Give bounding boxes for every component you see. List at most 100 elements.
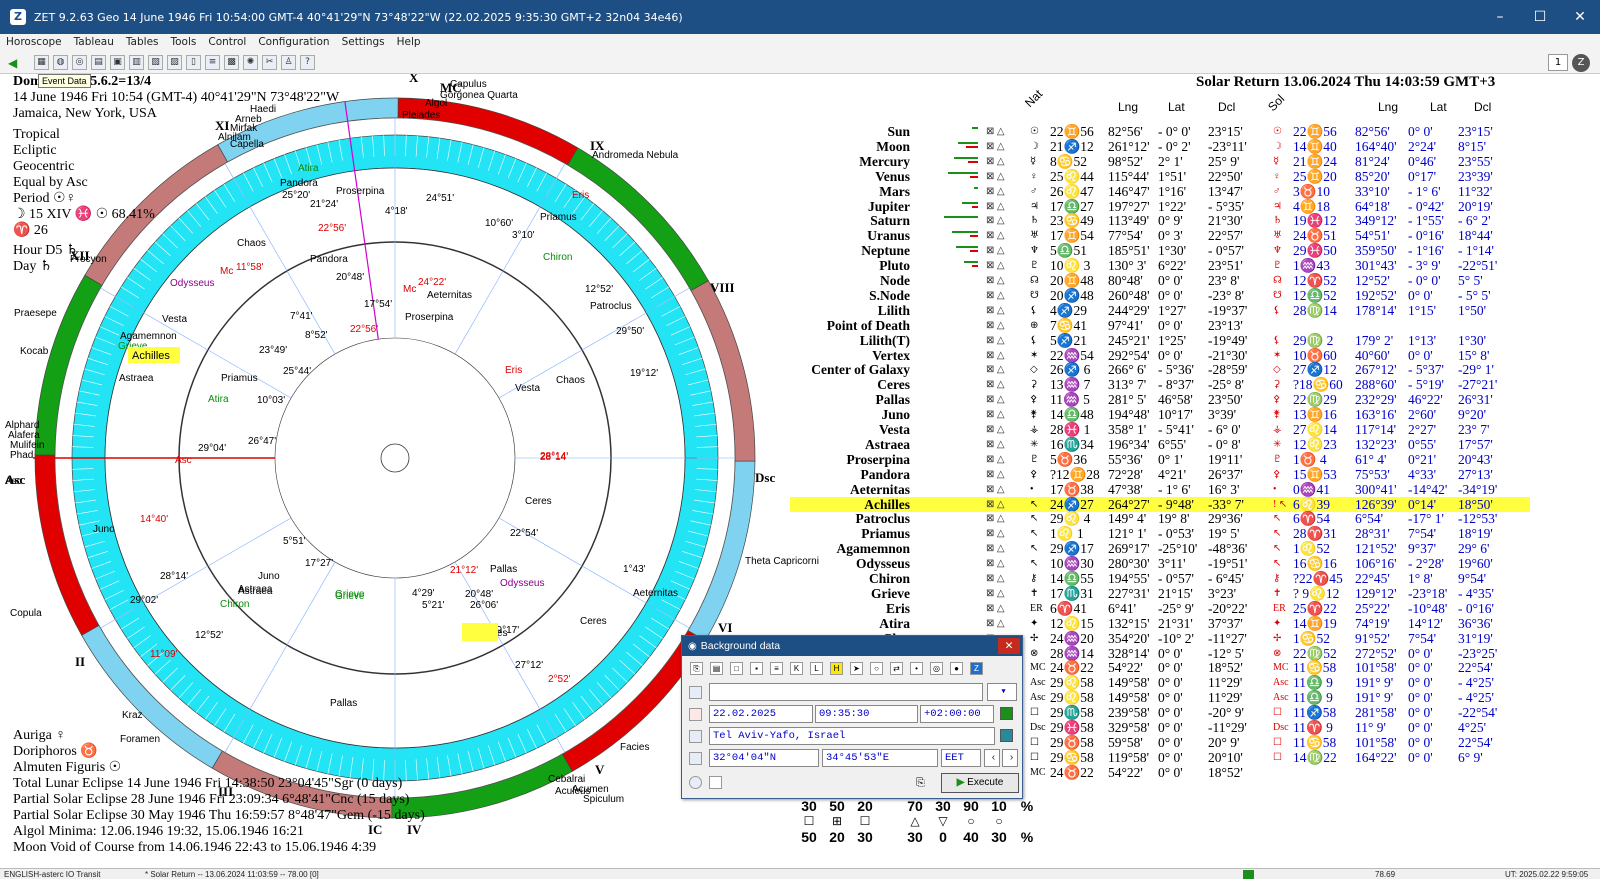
timezone-offset-field[interactable]: +02:00:00 xyxy=(920,705,994,723)
option-checkbox[interactable] xyxy=(709,776,722,789)
table-row[interactable]: Mercury ☿ 8♋52 98°52' 2° 1' 25° 9' ☿ 21♊24 81°24… xyxy=(790,154,1530,169)
chart-icon[interactable]: ▤ xyxy=(91,55,106,70)
menu-configuration[interactable]: Configuration xyxy=(252,34,335,52)
table-row[interactable]: Astraea ✳ 16♏34 196°34' 6°55' - 0° 8' ✳ 12♌23 13… xyxy=(790,437,1530,452)
table-row[interactable]: Pallas ⚴ 11♒ 5 281° 5' 46°58' 23°50' ⚴ 22♍29 232… xyxy=(790,392,1530,407)
table-row[interactable]: Ceres ⚳ 13♒ 7 313° 7' - 8°37' -25° 8' ⚳ ?18♋60 2… xyxy=(790,377,1530,392)
globe-icon[interactable]: ◍ xyxy=(53,55,68,70)
table-row[interactable]: Point of Death ⊕ 7♋41 97°41' 0° 0' 23°13' ⊠ △ xyxy=(790,318,1530,333)
maximize-button[interactable]: ☐ xyxy=(1520,9,1560,25)
paste-icon[interactable]: ▤ xyxy=(710,662,723,675)
minimize-button[interactable]: – xyxy=(1480,9,1520,25)
grid-icon[interactable]: ▦ xyxy=(34,55,49,70)
circle-icon[interactable]: ○ xyxy=(870,662,883,675)
table-row[interactable]: Juno ⚵ 14♎48 194°48' 10°17' 3°39' ⚵ 13♊16 163°16… xyxy=(790,407,1530,422)
table-row[interactable]: Mars ♂ 26♌47 146°47' 1°16' 13°47' ♂ 3♉10 33°10' -… xyxy=(790,184,1530,199)
longitude-field[interactable]: 34°45'53"E xyxy=(822,749,938,767)
table-row[interactable]: Vesta ⚶ 28♓ 1 358° 1' - 5°41' - 6° 0' ⚶ 27♌14 11… xyxy=(790,422,1530,437)
table-row[interactable]: Lilith(T) ⚸ 5♐21 245°21' 1°25' -19°49' ⚸ 29♍ 2 1… xyxy=(790,333,1530,348)
back-arrow-icon[interactable]: ◀ xyxy=(8,56,22,70)
close-button[interactable]: ✕ xyxy=(1560,9,1600,25)
menu-tables[interactable]: Tables xyxy=(120,34,165,52)
execute-button[interactable]: ▶ Execute xyxy=(941,773,1019,793)
menu-control[interactable]: Control xyxy=(202,34,252,52)
menu-tableau[interactable]: Tableau xyxy=(68,34,120,52)
prev-arrow[interactable]: ‹ xyxy=(984,749,1000,767)
table-row[interactable]: Odysseus ↖ 10♒30 280°30' 3°11' -19°51' ↖ 16♋16 1… xyxy=(790,556,1530,571)
tz-abbrev-field[interactable]: EET xyxy=(941,749,981,767)
table-row[interactable]: Agamemnon ↖ 29♐17 269°17' -25°10' -48°36' ↖ 1♌5… xyxy=(790,541,1530,556)
table-row[interactable]: Jupiter ♃ 17♎27 197°27' 1°22' - 5°35' ♃ 4♊18 64°… xyxy=(790,199,1530,214)
list-icon[interactable]: ≡ xyxy=(770,662,783,675)
table-row[interactable]: Vertex ✶ 22♒54 292°54' 0° 0' -21°30' ✶ 10♉60 40°… xyxy=(790,348,1530,363)
map-icon[interactable] xyxy=(1000,729,1013,742)
list-icon[interactable]: ≡ xyxy=(205,55,220,70)
next-arrow[interactable]: › xyxy=(1002,749,1018,767)
table-row[interactable]: Patroclus ↖ 29♌ 4 149° 4' 19° 8' 29°36' ↖ 6♈54 6… xyxy=(790,511,1530,526)
globe-icon[interactable] xyxy=(689,776,702,789)
menu-tools[interactable]: Tools xyxy=(165,34,203,52)
page-spinner[interactable]: 1 xyxy=(1548,54,1568,71)
wheel-icon[interactable]: ◎ xyxy=(72,55,87,70)
z-icon[interactable]: Z xyxy=(970,662,983,675)
person-icon[interactable]: ♙ xyxy=(281,55,296,70)
ring-icon[interactable]: ◎ xyxy=(930,662,943,675)
table-row[interactable]: S.Node ☋ 20♐48 260°48' 0° 0' -23° 8' ☋ 12♎52 192… xyxy=(790,288,1530,303)
name-dropdown[interactable]: ▾ xyxy=(987,683,1017,701)
new-icon[interactable]: □ xyxy=(730,662,743,675)
dialog-close-button[interactable]: ✕ xyxy=(998,638,1020,654)
tableau-icon[interactable]: ▣ xyxy=(110,55,125,70)
table-row[interactable]: Saturn ♄ 23♋49 113°49' 0° 9' 21°30' ♄ 19♓12 349°… xyxy=(790,213,1530,228)
swap-icon[interactable]: ⇄ xyxy=(890,662,903,675)
dialog-title-bar[interactable]: ◉ Background data ✕ xyxy=(682,636,1022,656)
color-swatch[interactable] xyxy=(1000,707,1013,720)
table-row[interactable]: Proserpina ♇ 5♉36 55°36' 0° 1' 19°11' ♇ 1♉ 4 61°… xyxy=(790,452,1530,467)
table-row[interactable]: Priamus ↖ 1♌ 1 121° 1' - 0°53' 19° 5' ↖ 28♈31 28… xyxy=(790,526,1530,541)
date-field[interactable]: 22.02.2025 xyxy=(709,705,813,723)
zet-app-icon[interactable]: Z xyxy=(10,9,26,25)
copy-icon[interactable]: ⎘ xyxy=(690,662,703,675)
table-row[interactable]: Neptune ♆ 5♎51 185°51' 1°30' - 0°57' ♆ 29♓50 359… xyxy=(790,243,1530,258)
zet-logo-icon[interactable]: Z xyxy=(1572,53,1590,72)
menu-help[interactable]: Help xyxy=(391,34,427,52)
name-field[interactable] xyxy=(709,683,983,701)
dot-icon[interactable]: • xyxy=(910,662,923,675)
table-row[interactable]: Venus ♀ 25♌44 115°44' 1°51' 22°50' ♀ 25♊20 85°20… xyxy=(790,169,1530,184)
background-data-dialog[interactable]: ◉ Background data ✕ ⎘ ▤ □ ▪ ≡ K L H ➤ ○ … xyxy=(681,635,1023,799)
pointer-icon[interactable]: ➤ xyxy=(850,662,863,675)
save-icon[interactable]: ▪ xyxy=(750,662,763,675)
l-icon[interactable]: L xyxy=(810,662,823,675)
book-icon[interactable]: ▯ xyxy=(186,55,201,70)
tile-icon[interactable]: ▩ xyxy=(224,55,239,70)
menu-horoscope[interactable]: Horoscope xyxy=(0,34,68,52)
table-row[interactable]: Pluto ♇ 10♌ 3 130° 3' 6°22' 23°51' ♇ 1♒43 301°43… xyxy=(790,258,1530,273)
table-row[interactable]: Achilles ↖ 24♐27 264°27' - 9°48' -33° 7' ! ↖ 6♌… xyxy=(790,496,1530,512)
zodiac-icon[interactable]: ✺ xyxy=(243,55,258,70)
k-icon[interactable]: K xyxy=(790,662,803,675)
time-field[interactable]: 09:35:30 xyxy=(815,705,918,723)
place-field[interactable]: Tel Aviv-Yafo, Israel xyxy=(709,727,995,745)
help-icon[interactable]: ? xyxy=(300,55,315,70)
table-row[interactable]: Node ☊ 20♊48 80°48' 0° 0' 23° 8' ☊ 12♈52 12°52' -… xyxy=(790,273,1530,288)
h-icon[interactable]: H xyxy=(830,662,843,675)
table-icon[interactable]: ▥ xyxy=(129,55,144,70)
table-row[interactable]: Pandora ⚴ ?12♊28 72°28' 4°21' 26°37' ⚴ 15♊53 75°… xyxy=(790,467,1530,482)
calendar-icon[interactable]: ▨ xyxy=(167,55,182,70)
menu-settings[interactable]: Settings xyxy=(336,34,391,52)
map-icon[interactable]: ▧ xyxy=(148,55,163,70)
table-row[interactable]: Uranus ♅ 17♊54 77°54' 0° 3' 22°57' ♅ 24♉51 54°51… xyxy=(790,228,1530,243)
table-row[interactable]: Moon ☽ 21♐12 261°12' - 0° 2' -23°11' ☽ 14♊40 164… xyxy=(790,139,1530,154)
record-icon[interactable]: ● xyxy=(950,662,963,675)
latitude-field[interactable]: 32°04'04"N xyxy=(709,749,819,767)
table-row[interactable]: Lilith ⚸ 4♐29 244°29' 1°27' -19°37' ⚸ 28♍14 178°… xyxy=(790,303,1530,318)
copy-data-icon[interactable]: ⎘ xyxy=(916,777,925,790)
table-row[interactable]: Center of Galaxy ◇ 26♐ 6 266° 6' - 5°36' -28°… xyxy=(790,362,1530,377)
tools-icon[interactable]: ✂ xyxy=(262,55,277,70)
table-row[interactable]: Chiron ⚷ 14♎55 194°55' - 0°57' - 6°45' ⚷ ?22♈45… xyxy=(790,571,1530,586)
table-row[interactable]: Aeternitas • 17♉38 47°38' - 1° 6' 16° 3' • 0♒41… xyxy=(790,482,1530,497)
table-row[interactable]: Sun ☉ 22♊56 82°56' - 0° 0' 23°15' ☉ 22♊56 82°56'… xyxy=(790,124,1530,139)
fixed-star-label: Alafera xyxy=(8,430,40,441)
table-row[interactable]: Atira ✦ 12♌15 132°15' 21°31' 37°37' ✦ 14♊19 74°1… xyxy=(790,616,1530,631)
table-row[interactable]: Eris ER 6♈41 6°41' -25° 9' -20°22' ER 25♈22 25°2… xyxy=(790,601,1530,616)
table-row[interactable]: Grieve ✝ 17♏31 227°31' 21°15' 3°23' ✝ ? 9♌12 129… xyxy=(790,586,1530,601)
